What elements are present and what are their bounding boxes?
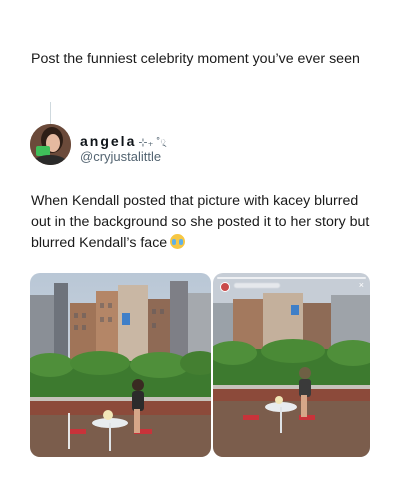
- avatar-image: [30, 124, 71, 165]
- author-name-text: angela: [80, 133, 137, 149]
- tweet-photo-original[interactable]: [30, 273, 211, 457]
- tweet-photo-story[interactable]: ×: [213, 273, 370, 457]
- tweet-text-body: When Kendall posted that picture with ka…: [31, 193, 370, 251]
- loudly-crying-face-icon: [170, 234, 186, 249]
- close-icon[interactable]: ×: [359, 280, 364, 290]
- story-progress-bar: [217, 277, 366, 279]
- tweet-text: When Kendall posted that picture with ka…: [31, 191, 376, 254]
- story-username-blurred: [234, 283, 280, 288]
- avatar[interactable]: [30, 124, 71, 165]
- story-avatar: [220, 282, 230, 292]
- author-handle[interactable]: @cryjustalittle: [80, 149, 161, 164]
- photo-rooftop-icon: [30, 273, 211, 457]
- author-name-decoration: ⊹₊ ˚྄: [138, 137, 167, 149]
- post-title: Post the funniest celebrity moment you’v…: [31, 51, 360, 67]
- thread-connector-line: [50, 102, 51, 124]
- story-screenshot-icon: [213, 273, 370, 457]
